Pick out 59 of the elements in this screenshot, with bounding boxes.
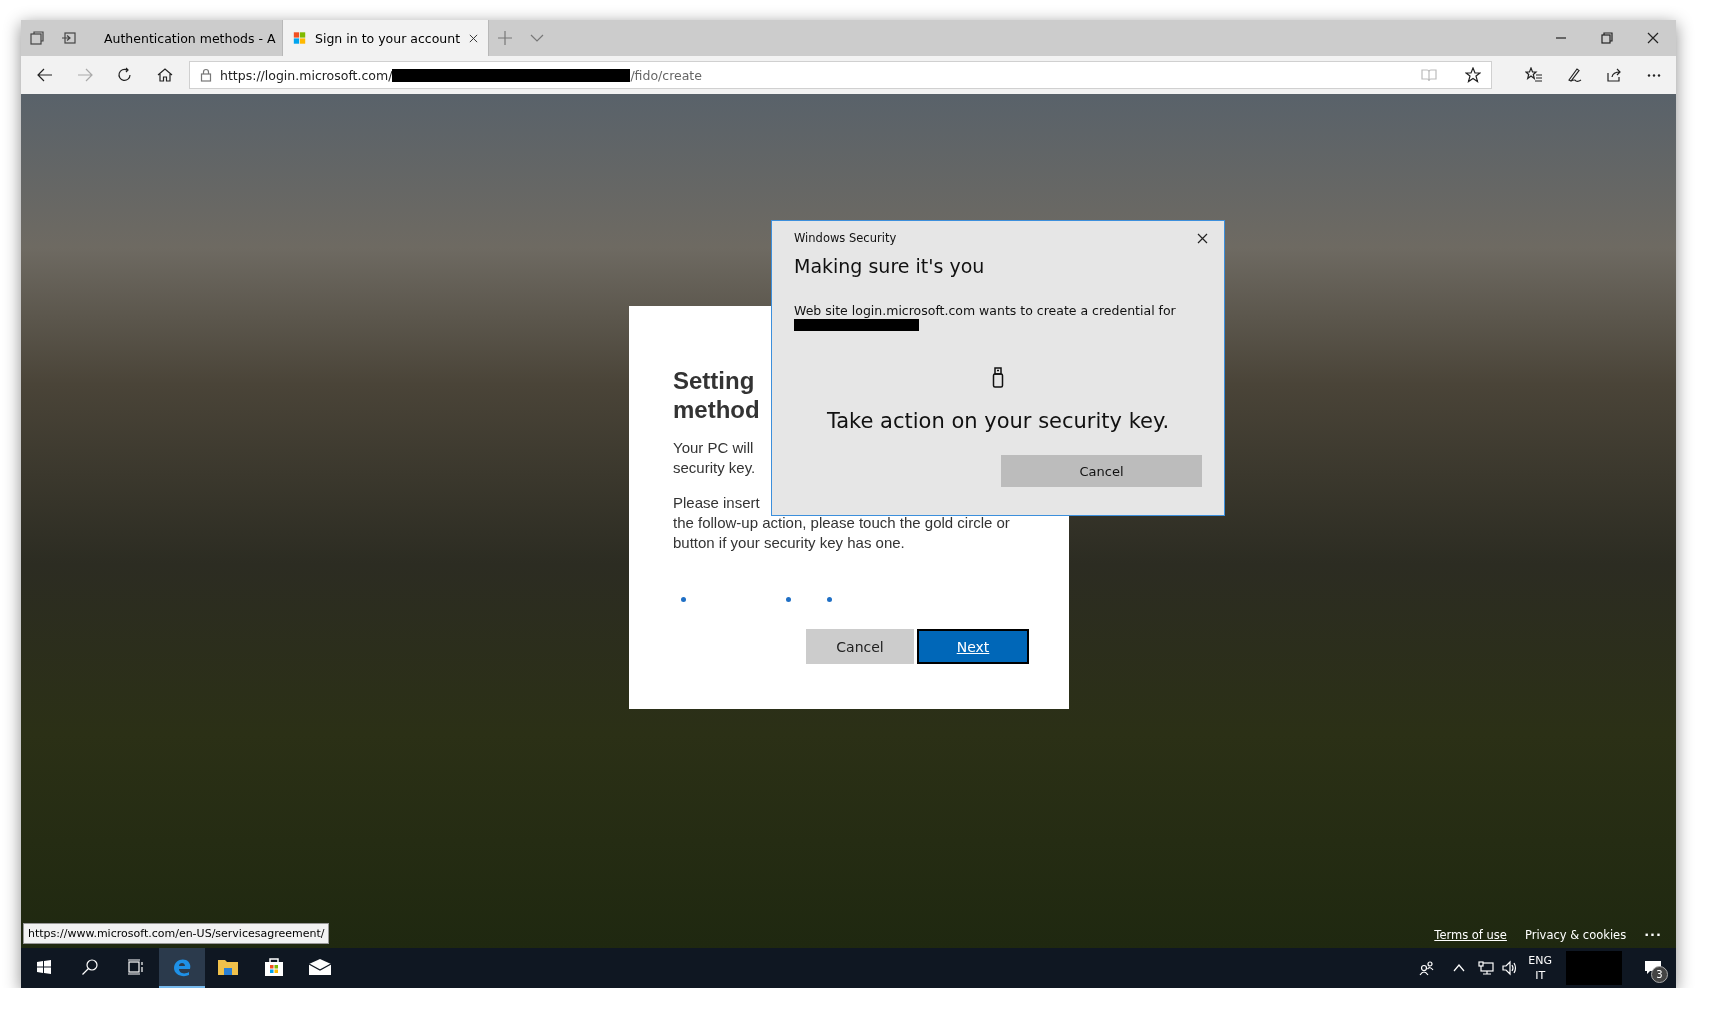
card-text: Please insert bbox=[673, 493, 760, 513]
home-icon bbox=[157, 67, 173, 83]
plus-icon bbox=[497, 30, 513, 46]
status-url-tooltip: https://www.microsoft.com/en-US/servicesagreement/ bbox=[23, 923, 330, 944]
task-view-icon bbox=[127, 958, 145, 976]
card-text: security key. bbox=[673, 458, 756, 478]
card-heading: method bbox=[673, 395, 760, 424]
dialog-title: Making sure it's you bbox=[794, 255, 985, 277]
pen-icon bbox=[1566, 67, 1582, 83]
card-heading: Setting bbox=[673, 366, 755, 395]
dialog-message: Web site login.microsoft.com wants to create a credential for bbox=[794, 303, 1176, 318]
windows-logo-icon bbox=[36, 959, 52, 975]
arrow-right-icon bbox=[77, 67, 93, 83]
more-button[interactable]: ··· bbox=[1644, 927, 1662, 942]
dialog-prompt: Take action on your security key. bbox=[826, 409, 1170, 433]
arrow-left-icon bbox=[37, 67, 53, 83]
loading-dot-icon bbox=[681, 597, 686, 602]
lock-icon bbox=[200, 68, 212, 82]
footer-link[interactable]: Terms of use bbox=[1434, 927, 1507, 942]
next-button[interactable]: Next bbox=[917, 629, 1029, 664]
speaker-icon bbox=[1502, 960, 1519, 976]
close-icon bbox=[1647, 32, 1659, 44]
chevron-up-icon bbox=[1453, 962, 1466, 974]
cancel-button[interactable]: Cancel bbox=[806, 629, 914, 664]
refresh-icon bbox=[117, 67, 133, 83]
address-field[interactable]: https://login.microsoft.com/ /fido/create bbox=[189, 61, 1492, 89]
network-icon bbox=[1478, 960, 1495, 976]
dialog-caption: Windows Security bbox=[794, 231, 897, 245]
usb-key-icon bbox=[992, 367, 1004, 389]
close-icon bbox=[1197, 232, 1208, 244]
loading-dot-icon bbox=[827, 597, 832, 602]
book-icon bbox=[1421, 67, 1437, 83]
star-icon bbox=[1465, 67, 1481, 83]
notification-button[interactable]: 3 bbox=[1630, 948, 1676, 988]
folder-icon bbox=[217, 957, 239, 977]
restore-icon bbox=[1601, 32, 1613, 44]
url-text: https://login.microsoft.com/ bbox=[220, 67, 393, 83]
ellipsis-icon bbox=[1647, 73, 1661, 77]
share-icon bbox=[1606, 67, 1622, 83]
search-icon bbox=[81, 958, 99, 976]
url-text: /fido/create bbox=[630, 67, 702, 83]
star-list-icon bbox=[1525, 67, 1543, 83]
four-squares-logo-icon bbox=[293, 30, 307, 46]
envelope-icon bbox=[308, 958, 332, 976]
browser-tab[interactable]: Sign in to your account bbox=[283, 20, 489, 56]
language-button[interactable]: ENG IT bbox=[1522, 948, 1558, 988]
close-icon bbox=[469, 32, 478, 44]
stacked-pages-icon bbox=[29, 30, 45, 46]
card-text: button if your security key has one. bbox=[673, 533, 905, 553]
shopping-bag-icon bbox=[263, 956, 285, 978]
loading-dot-icon bbox=[786, 597, 791, 602]
cancel-button[interactable]: Cancel bbox=[1001, 455, 1202, 487]
card-text: Your PC will bbox=[673, 438, 754, 458]
card-text: the follow-up action, please touch the gold circle or bbox=[673, 513, 1010, 533]
people-icon bbox=[1419, 960, 1436, 976]
redaction-bar bbox=[1566, 951, 1622, 985]
notification-count: 3 bbox=[1651, 966, 1668, 983]
footer-link[interactable]: Privacy & cookies bbox=[1524, 927, 1627, 942]
edge-browser-icon bbox=[171, 956, 193, 978]
